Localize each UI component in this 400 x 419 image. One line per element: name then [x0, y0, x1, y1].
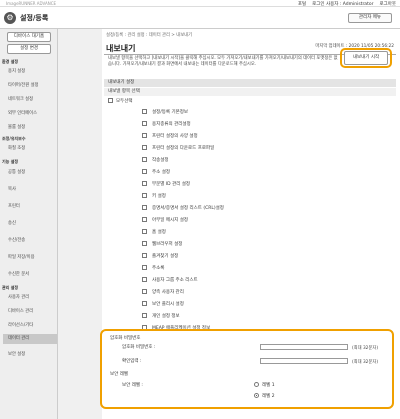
breadcrumb: 설정/등록 : 관리 설정 : 데이터 관리 > 내보내기	[106, 33, 193, 38]
sidebar-item-license-other[interactable]: 라이선스/기타	[8, 322, 33, 328]
select-all-checkbox[interactable]	[108, 98, 113, 103]
password-max-text: (최대 32문자)	[352, 346, 378, 351]
sidebar-item-image-quality[interactable]: 화질 조정	[8, 145, 25, 151]
item-checkbox[interactable]	[142, 205, 147, 210]
item-checkbox[interactable]	[142, 181, 147, 186]
confirm-label: 확인입력 :	[122, 359, 142, 364]
security-level-label: 보안 레벨 :	[122, 383, 143, 388]
level-2-radio[interactable]	[254, 393, 259, 398]
export-settings-header: 내보내기 설정	[104, 79, 396, 87]
item-label: 증명서/증명서 설정 리스트 (CRL)설정	[152, 206, 224, 211]
item-label: 웹브라우저 설정	[152, 242, 183, 247]
item-checkbox[interactable]	[142, 301, 147, 306]
password-section-highlight	[100, 329, 394, 409]
item-label: 주소록	[152, 266, 165, 271]
sidebar-item-device-management[interactable]: 디바이스 관리	[8, 308, 33, 314]
sidebar-item-user-management[interactable]: 사용자 관리	[8, 294, 29, 300]
item-checkbox[interactable]	[142, 121, 147, 126]
item-label: 사용자 그룹 주소 리스트	[152, 278, 198, 283]
item-checkbox[interactable]	[142, 193, 147, 198]
sidebar-item-send[interactable]: 송신	[8, 220, 16, 226]
sidebar-item-network[interactable]: 네트워크 설정	[8, 96, 33, 102]
item-label: 홈 설정	[152, 230, 166, 235]
item-label: 아무일 메시지 설정	[152, 218, 188, 223]
item-label: 즐겨찾기 설정	[152, 254, 179, 259]
sidebar-item-volume[interactable]: 볼륨 설정	[8, 124, 25, 130]
item-label: 개인 설정 정보	[152, 314, 180, 319]
item-checkbox[interactable]	[142, 145, 147, 150]
start-export-button[interactable]: 내보내기 시작	[344, 51, 388, 65]
admin-menu-button[interactable]: 관리자 메뉴	[348, 13, 392, 23]
level-2-label: 레벨 2	[262, 394, 275, 399]
gear-icon: ⚙	[4, 12, 16, 24]
item-label: 작송설정	[152, 158, 169, 163]
sidebar-item-security[interactable]: 보안 설정	[8, 351, 25, 357]
item-checkbox[interactable]	[142, 253, 147, 258]
sidebar-item-common[interactable]: 공통 설정	[8, 169, 25, 175]
item-checkbox[interactable]	[142, 157, 147, 162]
item-checkbox[interactable]	[142, 241, 147, 246]
item-checkbox[interactable]	[142, 265, 147, 270]
sidebar-group-management: 관리 설정	[2, 285, 19, 290]
sidebar-item-printer[interactable]: 프린터	[8, 203, 20, 209]
sidebar-group-environment: 환경 설정	[2, 59, 19, 64]
item-label: 키 설정	[152, 194, 166, 199]
sidebar-group-functions: 기능 설정	[2, 159, 19, 164]
item-label: 용지종류의 관리설정	[152, 122, 191, 127]
item-label: 설정/등록 기본정보	[152, 110, 189, 115]
sidebar-item-paper[interactable]: 용지 설정	[8, 68, 25, 74]
page-header-title: 설정/등록	[20, 14, 49, 22]
sidebar-item-copy[interactable]: 복사	[8, 186, 16, 192]
settings-change-button[interactable]: 설정 변경	[7, 44, 51, 54]
page-title: 내보내기	[106, 44, 136, 53]
sidebar-item-timer-power[interactable]: 타이머/전원 설정	[8, 82, 39, 88]
item-checkbox[interactable]	[142, 229, 147, 234]
sidebar-item-receive-forward[interactable]: 수신/전송	[8, 237, 25, 243]
header: ⚙ 설정/등록 관리자 메뉴	[0, 7, 400, 29]
password-section-header: 암호화 비밀번호	[110, 336, 141, 341]
confirm-max-text: (최대 32문자)	[352, 360, 378, 365]
sidebar-item-file-storage[interactable]: 파일 저장/이용	[8, 254, 35, 260]
select-items-header: 내보낼 항목 선택	[104, 88, 396, 96]
product-name: ImageRUNNER ADVANCE	[6, 1, 57, 6]
select-all-label: 모두선택	[116, 99, 133, 104]
sidebar-item-received-docs[interactable]: 수신한 문서	[8, 271, 29, 277]
item-label: 주소 설정	[152, 170, 170, 175]
item-checkbox[interactable]	[142, 289, 147, 294]
password-label: 암호화 비밀번호 :	[122, 345, 156, 350]
item-checkbox[interactable]	[142, 277, 147, 282]
confirm-input[interactable]	[260, 358, 348, 364]
item-label: 양측 사용자 관리	[152, 290, 184, 295]
item-checkbox[interactable]	[142, 217, 147, 222]
sidebar-group-maintenance: 조정/유지보수	[2, 136, 26, 141]
sidebar-item-external-interface[interactable]: 외부 인터페이스	[8, 110, 37, 116]
security-level-header: 보안 레벨	[110, 372, 128, 377]
item-label: 부문별 ID 관리 설정	[152, 182, 191, 187]
level-1-label: 레벨 1	[262, 383, 275, 388]
item-checkbox[interactable]	[142, 133, 147, 138]
sidebar: 디바이스 대기홈 설정 변경 환경 설정 용지 설정 타이머/전원 설정 네트워…	[0, 29, 58, 419]
item-checkbox[interactable]	[142, 313, 147, 318]
password-input[interactable]	[260, 344, 348, 350]
item-label: 프린터 설정의 다운로드 프로파일	[152, 146, 215, 151]
sidebar-item-data-management[interactable]: 데이터 관리	[3, 334, 57, 344]
item-checkbox[interactable]	[142, 169, 147, 174]
level-1-radio[interactable]	[254, 382, 259, 387]
item-label: 프린터 설정의 사양 설정	[152, 134, 198, 139]
description-text: 내보낼 항목을 선택하고 [내보내기 시작]을 클릭해 주십시오. 모두 가져오…	[108, 56, 338, 67]
top-bar: ImageRUNNER ADVANCE 포털 로그인 사용자 : Adminis…	[0, 0, 400, 7]
main-content: 설정/등록 : 관리 설정 : 데이터 관리 > 내보내기 내보내기 마지막 업…	[100, 29, 400, 419]
device-home-button[interactable]: 디바이스 대기홈	[7, 32, 51, 42]
item-checkbox[interactable]	[142, 109, 147, 114]
item-label: 보안 플리시 설정	[152, 302, 184, 307]
